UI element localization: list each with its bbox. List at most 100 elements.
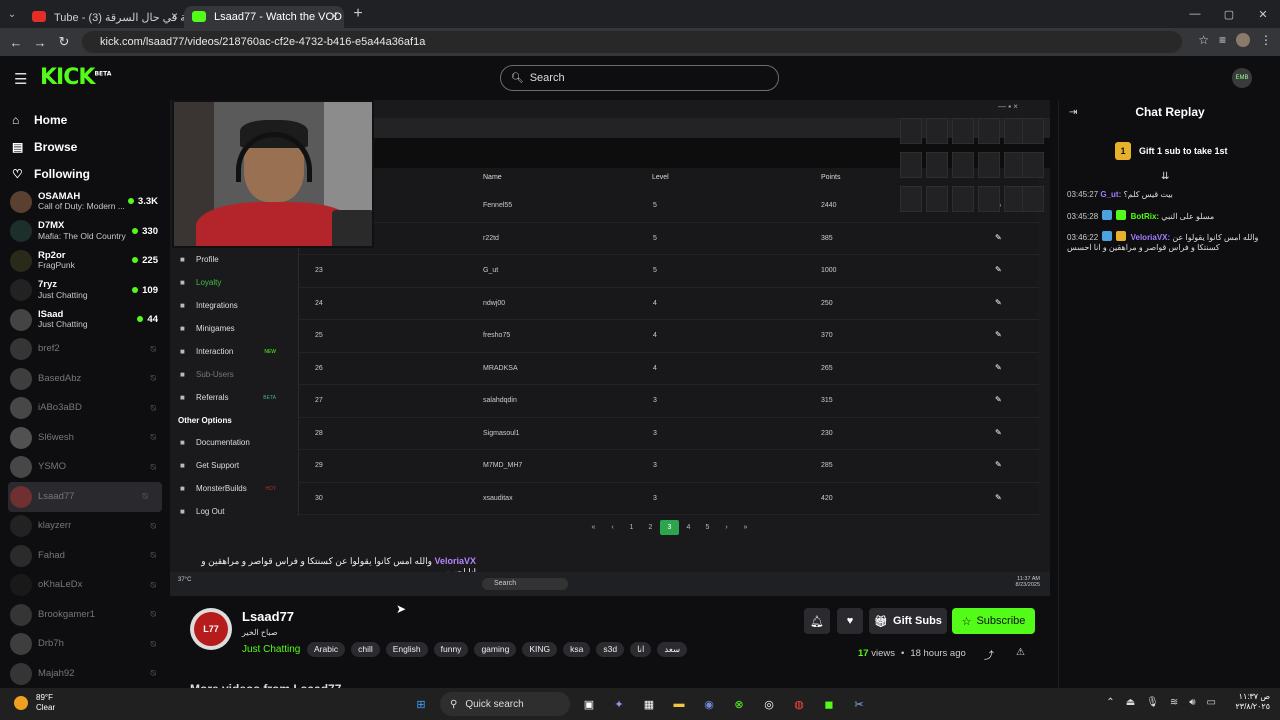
- tab-close-icon[interactable]: ×: [171, 9, 178, 23]
- subscribe-button[interactable]: ☆ Subscribe: [952, 608, 1035, 634]
- sidebar-item-home[interactable]: ⌂ Home: [0, 106, 170, 133]
- kick-icon: [192, 11, 206, 22]
- menu-badge: NEW: [264, 348, 276, 355]
- weather-widget[interactable]: 89°F Clear: [14, 693, 55, 712]
- share-icon[interactable]: ⤴: [984, 647, 994, 662]
- notifications-button[interactable]: 🔔︎: [804, 608, 830, 634]
- menu-badge: HOT: [265, 485, 276, 492]
- sidebar-channel[interactable]: D7MX Mafia: The Old Country 330: [0, 217, 170, 247]
- taskbar-search[interactable]: ⚲ Quick search: [440, 692, 570, 716]
- viewer-count: 44: [137, 314, 158, 325]
- browser-tab-youtube[interactable]: Tube - الخطة في حال السرقة (3) ×: [24, 6, 184, 28]
- tab-search-icon[interactable]: ⌄: [0, 0, 24, 28]
- taskbar-clock[interactable]: ص ١١:٣٧ ٢٣/٨/٢٠٢٥: [1235, 692, 1270, 713]
- mic-icon[interactable]: 🎙︎: [1146, 697, 1159, 708]
- sidebar-channel[interactable]: bref2 ⍉: [0, 335, 170, 365]
- sidebar-channel[interactable]: OSAMAH Call of Duty: Modern ... 3.3K: [0, 187, 170, 217]
- maximize-icon[interactable]: ▢: [1212, 0, 1246, 28]
- chevron-up-icon[interactable]: ⌃: [1106, 697, 1114, 708]
- usb-icon[interactable]: ⏏: [1126, 697, 1135, 708]
- sidebar-channel[interactable]: lSaad Just Chatting 44: [0, 305, 170, 335]
- chrome-icon[interactable]: ◍: [788, 693, 810, 715]
- sidebar-channel[interactable]: Rp2or FragPunk 225: [0, 246, 170, 276]
- gift-subs-button[interactable]: 🎁︎ Gift Subs: [869, 608, 947, 634]
- offline-icon: ⍉: [150, 520, 156, 531]
- menu-icon[interactable]: ☰: [14, 70, 27, 88]
- forward-icon[interactable]: →: [28, 35, 52, 50]
- search-input[interactable]: 🔍︎ Search: [500, 65, 779, 91]
- kick-app-icon[interactable]: ◼: [818, 693, 840, 715]
- follow-button[interactable]: ♥: [837, 608, 863, 634]
- gift-icon: 🎁︎: [874, 615, 889, 628]
- row-points: 370: [821, 332, 833, 339]
- windows-start-icon[interactable]: ⊞: [410, 693, 432, 715]
- sidebar-channel[interactable]: iABo3aBD ⍉: [0, 394, 170, 424]
- sidebar-channel[interactable]: 7ryz Just Chatting 109: [0, 276, 170, 306]
- channel-game: Call of Duty: Modern ...: [38, 201, 125, 212]
- sidebar-channel[interactable]: klayzerr ⍉: [0, 512, 170, 542]
- sidebar-item-browse[interactable]: ▤ Browse: [0, 133, 170, 160]
- tag-chip[interactable]: انا: [630, 642, 652, 657]
- tag-chip[interactable]: gaming: [474, 642, 517, 657]
- sidebar-channel[interactable]: Majah92 ⍉: [0, 659, 170, 689]
- browser-tab-kick[interactable]: Lsaad77 - Watch the VOD o ×: [184, 6, 344, 28]
- sidebar-channel[interactable]: Lsaad77 ⍉: [8, 482, 162, 512]
- sidebar-channel[interactable]: BasedAbz ⍉: [0, 364, 170, 394]
- channel-name[interactable]: Lsaad77: [242, 609, 294, 624]
- close-window-icon[interactable]: ✕: [1246, 0, 1280, 28]
- tab-close-icon[interactable]: ×: [331, 9, 338, 23]
- volume-icon[interactable]: 🔊︎: [1189, 697, 1195, 708]
- report-icon[interactable]: ⚠: [1016, 647, 1025, 658]
- tag-chip[interactable]: Arabic: [307, 642, 346, 657]
- sidebar-channel[interactable]: Drb7h ⍉: [0, 630, 170, 660]
- gift-leaderboard-banner[interactable]: 1 Gift 1 sub to take 1st: [1115, 142, 1228, 160]
- xbox-icon[interactable]: ⊗: [728, 693, 750, 715]
- sidebar-channel[interactable]: YSMO ⍉: [0, 453, 170, 483]
- video-player[interactable]: — ▪ × ■ Profile ■ Loyalty ■ Integrations ■ Mini…: [170, 100, 1050, 596]
- profile-avatar[interactable]: [1236, 33, 1250, 47]
- channel-avatar: [10, 544, 32, 567]
- tag-chip[interactable]: KING: [522, 642, 558, 657]
- url-field[interactable]: kick.com/lsaad77/videos/218760ac-cf2e-47…: [82, 31, 1182, 53]
- minimize-icon[interactable]: —: [1178, 0, 1212, 28]
- sidebar-channel[interactable]: oKhaLeDx ⍉: [0, 571, 170, 601]
- row-rank: 29: [315, 462, 323, 469]
- channel-avatar: [10, 367, 32, 390]
- store-icon[interactable]: ▦: [638, 693, 660, 715]
- reading-list-icon[interactable]: ≡: [1219, 33, 1226, 47]
- sidebar-channel[interactable]: Fahad ⍉: [0, 541, 170, 571]
- chat-title: Chat Replay: [1135, 105, 1205, 119]
- snipping-icon[interactable]: ✂: [848, 693, 870, 715]
- kick-logo[interactable]: KICKBETA: [40, 65, 111, 90]
- tag-chip[interactable]: English: [385, 642, 428, 657]
- scroll-down-icon[interactable]: ⇊: [1161, 171, 1169, 182]
- sidebar-channel[interactable]: Sl6wesh ⍉: [0, 423, 170, 453]
- bookmark-star-icon[interactable]: ☆: [1198, 33, 1209, 47]
- new-tab-button[interactable]: +: [344, 5, 372, 23]
- discord-icon[interactable]: ◉: [698, 693, 720, 715]
- battery-icon[interactable]: ▭: [1207, 697, 1216, 708]
- reload-icon[interactable]: ↻: [52, 34, 76, 50]
- dashboard-menu-item: ■ Referrals BETA: [170, 386, 290, 409]
- channel-avatar[interactable]: L77: [190, 608, 232, 650]
- file-explorer-icon[interactable]: ▬: [668, 693, 690, 715]
- row-level: 3: [653, 397, 657, 404]
- sidebar-channel[interactable]: Brookgamer1 ⍉: [0, 600, 170, 630]
- tag-chip[interactable]: funny: [433, 642, 469, 657]
- task-view-icon[interactable]: ▣: [578, 693, 600, 715]
- obs-icon[interactable]: ◎: [758, 693, 780, 715]
- tag-chip[interactable]: سعد: [657, 642, 688, 657]
- category-link[interactable]: Just Chatting: [242, 644, 300, 655]
- browser-menu-icon[interactable]: ⋮: [1260, 33, 1272, 47]
- sidebar-item-following[interactable]: ♡ Following: [0, 160, 170, 187]
- col-points: Points: [821, 174, 841, 181]
- tag-chip[interactable]: ksa: [563, 642, 591, 657]
- tag-chip[interactable]: chill: [351, 642, 380, 657]
- user-avatar[interactable]: EMB: [1232, 68, 1252, 88]
- row-level: 5: [653, 202, 657, 209]
- overlay-cell: [952, 186, 974, 212]
- tag-chip[interactable]: s3d: [596, 642, 625, 657]
- wifi-icon[interactable]: ≋: [1170, 697, 1178, 708]
- copilot-icon[interactable]: ✦: [608, 693, 630, 715]
- back-icon[interactable]: ←: [4, 35, 28, 50]
